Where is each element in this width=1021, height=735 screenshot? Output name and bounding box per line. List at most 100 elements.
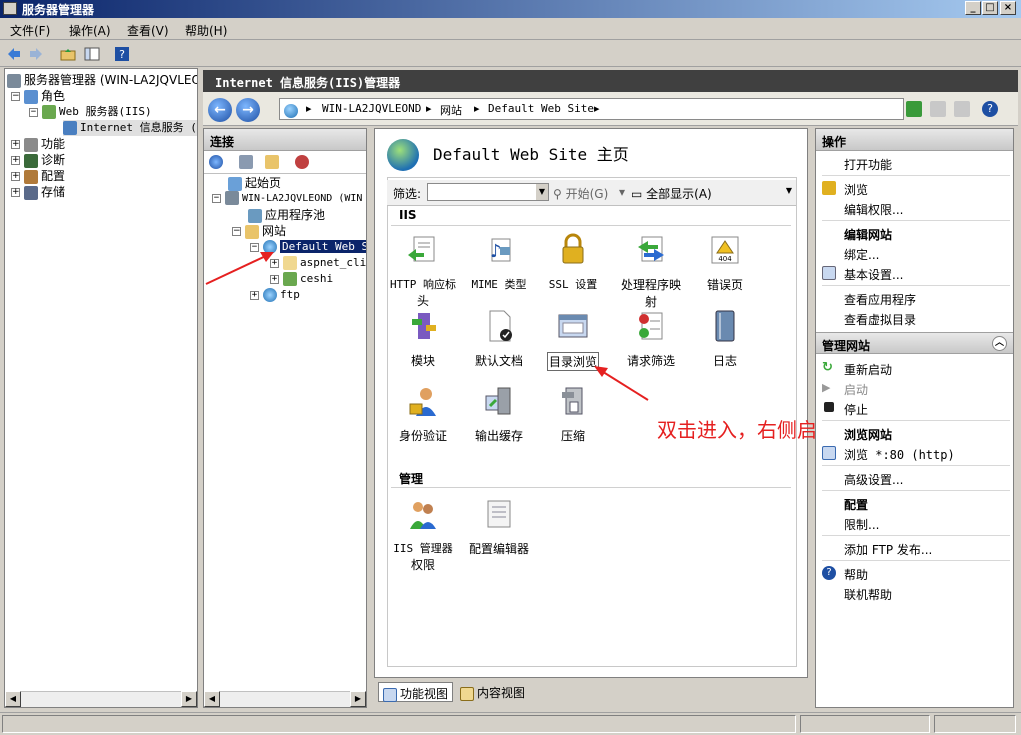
view-tabs: 功能视图 内容视图 [374,682,814,706]
tree-root[interactable]: 服务器管理器 (WIN-LA2JQVLEON [7,72,197,88]
action-browse[interactable]: 浏览 [844,181,868,198]
config-icon [24,169,38,184]
tree-diagnostics[interactable]: + 诊断 [11,152,65,168]
breadcrumb-separator: ▸ [474,102,480,115]
action-start[interactable]: 启动 [844,381,868,398]
diagnostics-icon [24,153,38,168]
feature-modules[interactable]: 模块 [379,309,467,369]
scroll-left-button[interactable]: ◀ [204,691,220,707]
disconnect-icon[interactable] [295,155,309,169]
scroll-right-button[interactable]: ▶ [350,691,366,707]
expand-toggle[interactable]: + [11,188,20,197]
breadcrumb-sites[interactable]: 网站 [440,102,462,118]
tree-config[interactable]: + 配置 [11,168,65,184]
stop-icon [824,402,834,412]
application-icon [283,272,297,286]
action-basic-settings[interactable]: 基本设置... [844,266,903,283]
home-icon[interactable] [954,101,970,117]
filter-start-button[interactable]: ⚲ 开始(G) [553,185,608,202]
svg-text:404: 404 [718,255,732,263]
tree-iis-manager[interactable]: Internet 信息服务 ( [63,120,197,136]
menu-file[interactable]: 文件(F) [10,22,50,39]
scroll-left-button[interactable]: ◀ [5,691,21,707]
collapse-section-icon[interactable]: ︿ [992,336,1007,351]
filter-input[interactable]: ▼ [427,183,549,201]
action-advanced-settings[interactable]: 高级设置... [844,471,903,488]
breadcrumb-separator: ▸ [306,102,312,115]
tree-web-server[interactable]: − Web 服务器(IIS) [29,104,152,120]
feature-configuration-editor[interactable]: 配置编辑器 [455,497,543,557]
tree-roles[interactable]: − 角色 [11,88,65,104]
nav-help-icon[interactable]: ? [982,101,998,117]
conn-app-pools[interactable]: 应用程序池 [248,207,325,223]
tree-storage[interactable]: + 存储 [11,184,65,200]
conn-sites[interactable]: − 网站 [232,223,286,239]
breadcrumb-server[interactable]: WIN-LA2JQVLEOND [322,102,421,115]
breadcrumb-default-site[interactable]: Default Web Site [488,102,594,115]
filter-overflow-icon[interactable]: ▼ [786,186,792,195]
forward-arrow-icon[interactable] [28,46,44,62]
save-icon[interactable] [239,155,253,169]
web-server-icon [42,105,56,119]
tab-features-view[interactable]: 功能视图 [378,682,454,702]
expand-toggle[interactable]: + [11,156,20,165]
browse-port-icon [822,446,836,460]
roles-icon [24,89,38,104]
help-icon: ? [822,566,836,580]
action-view-applications[interactable]: 查看应用程序 [844,291,916,308]
expand-toggle[interactable]: + [11,172,20,181]
action-edit-permissions[interactable]: 编辑权限... [844,201,903,218]
action-add-ftp[interactable]: 添加 FTP 发布... [844,541,932,558]
collapse-toggle[interactable]: − [11,92,20,101]
feature-logging[interactable]: 日志 [681,309,769,369]
collapse-toggle[interactable]: − [212,193,221,203]
menu-action[interactable]: 操作(A) [69,22,111,39]
left-tree-hscrollbar[interactable]: ◀ ▶ [5,691,197,707]
up-level-icon[interactable] [265,155,279,169]
nav-forward-button[interactable]: → [236,98,260,122]
conn-start-page[interactable]: 起始页 [228,175,281,191]
action-stop[interactable]: 停止 [844,401,868,418]
conn-hscrollbar[interactable]: ◀ ▶ [204,691,366,707]
feature-http-response-headers[interactable]: HTTP 响应标头 [379,233,467,309]
connect-icon[interactable] [209,155,223,169]
action-restart[interactable]: 重新启动 [844,361,892,378]
filter-dropdown-arrow[interactable]: ▾ [619,185,625,199]
help-icon[interactable]: ? [114,46,130,62]
feature-authentication[interactable]: 身份验证 [379,384,467,444]
up-folder-icon[interactable] [60,46,76,62]
feature-ssl-settings[interactable]: SSL 设置 [529,233,617,292]
ftp-globe-icon [263,288,277,302]
feature-error-pages[interactable]: 404 错误页 [681,233,769,293]
expand-toggle[interactable]: + [11,140,20,149]
collapse-toggle[interactable]: − [29,107,38,117]
minimize-button[interactable]: _ [965,1,981,15]
maximize-button[interactable]: □ [982,1,998,15]
server-icon [225,191,239,205]
close-button[interactable]: × [1000,1,1016,15]
action-view-virtual-directories[interactable]: 查看虚拟目录 [844,311,916,328]
action-open-feature[interactable]: 打开功能 [844,156,892,173]
back-arrow-icon[interactable] [6,46,22,62]
show-all-button[interactable]: ▭ 全部显示(A) [631,185,712,202]
action-online-help[interactable]: 联机帮助 [844,586,892,603]
feature-iis-manager-permissions[interactable]: IIS 管理器 权限 [379,497,467,573]
menu-view[interactable]: 查看(V) [127,22,169,39]
action-browse-port[interactable]: 浏览 *:80 (http) [844,446,955,463]
collapse-toggle[interactable]: − [232,227,241,236]
stop-icon[interactable] [930,101,946,117]
menu-help[interactable]: 帮助(H) [185,22,227,39]
refresh-icon[interactable] [906,101,922,117]
nav-back-button[interactable]: ← [208,98,232,122]
address-bar[interactable]: ▸ WIN-LA2JQVLEOND ▸ 网站 ▸ Default Web Sit… [279,98,904,120]
expand-toggle[interactable]: + [250,290,259,300]
action-limits[interactable]: 限制... [844,516,879,533]
action-help[interactable]: 帮助 [844,566,868,583]
show-hide-console-tree-icon[interactable] [84,46,100,62]
conn-server[interactable]: − WIN-LA2JQVLEOND (WIN [212,191,362,207]
scroll-right-button[interactable]: ▶ [181,691,197,707]
tree-features[interactable]: + 功能 [11,136,65,152]
conn-aspnet[interactable]: + aspnet_cli [270,255,366,271]
tab-content-view[interactable]: 内容视图 [456,682,529,702]
action-bindings[interactable]: 绑定... [844,246,879,263]
